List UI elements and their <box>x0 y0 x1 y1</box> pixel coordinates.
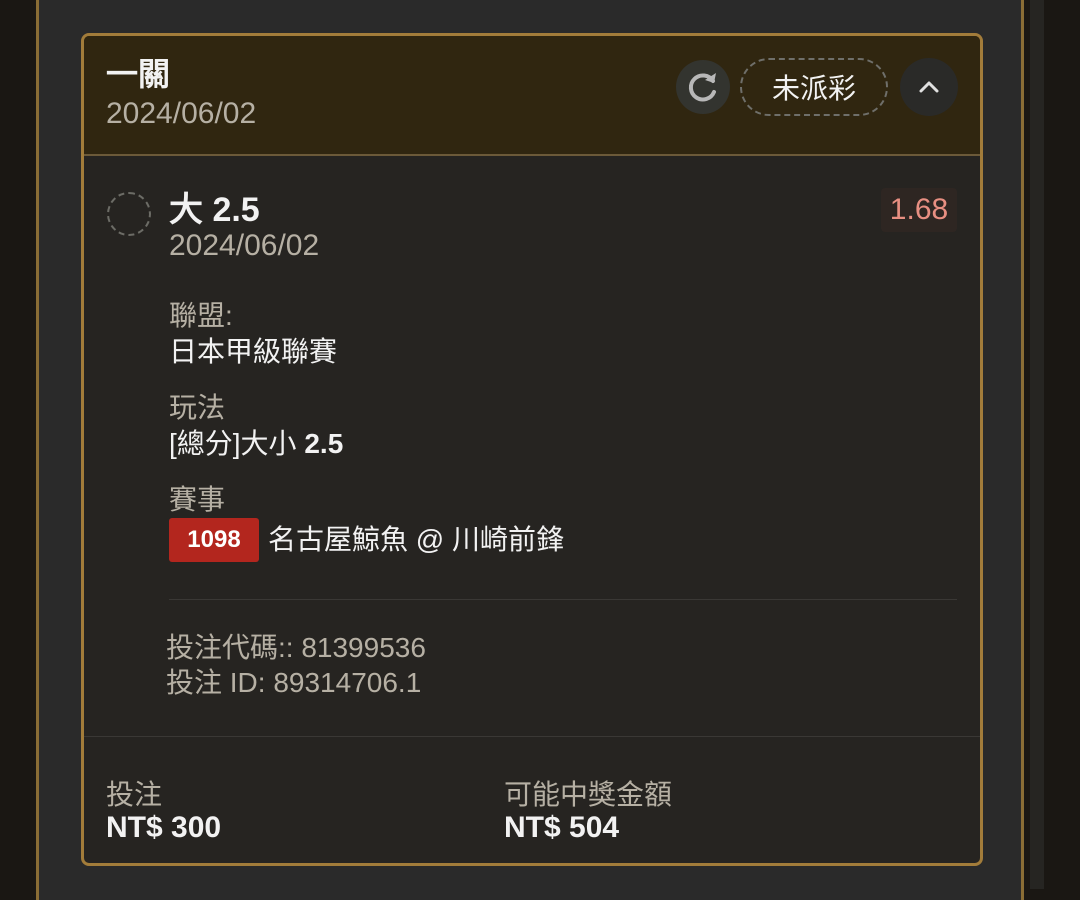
market-label: 玩法 <box>169 392 226 423</box>
chevron-up-icon <box>919 81 939 93</box>
league-label: 聯盟: <box>169 300 233 331</box>
bet-card-header: 一關 2024/06/02 未派彩 <box>84 36 980 156</box>
selection-date: 2024/06/02 <box>169 229 320 262</box>
stake-label: 投注 <box>106 779 163 810</box>
bet-code: 投注代碼:: 81399536 <box>166 632 426 663</box>
settlement-status-badge: 未派彩 <box>740 58 888 116</box>
divider <box>169 599 957 600</box>
potential-payout-label: 可能中獎金額 <box>504 779 673 810</box>
bet-card: 一關 2024/06/02 未派彩 大 2.5 2024/06/02 1.68 … <box>81 33 983 866</box>
odds-value: 1.68 <box>881 188 957 232</box>
market-type: [總分]大小 <box>169 428 297 459</box>
market-line: 2.5 <box>304 428 344 459</box>
refresh-button[interactable] <box>676 60 730 114</box>
event-name: 名古屋鯨魚 @ 川崎前鋒 <box>268 524 564 555</box>
collapse-button[interactable] <box>900 58 958 116</box>
refresh-icon <box>688 73 716 102</box>
footer-divider <box>84 736 980 737</box>
select-radio[interactable] <box>107 192 151 236</box>
right-edge <box>1030 0 1044 889</box>
bet-id: 投注 ID: 89314706.1 <box>166 667 422 698</box>
bet-type-title: 一關 <box>106 56 171 92</box>
bet-card-date: 2024/06/02 <box>106 97 257 130</box>
market-value: [總分]大小 2.5 <box>169 426 343 462</box>
potential-payout-value: NT$ 504 <box>504 811 620 844</box>
stake-value: NT$ 300 <box>106 811 222 844</box>
event-id-badge: 1098 <box>169 518 259 562</box>
league-value: 日本甲級聯賽 <box>169 336 338 367</box>
event-label: 賽事 <box>169 484 226 515</box>
